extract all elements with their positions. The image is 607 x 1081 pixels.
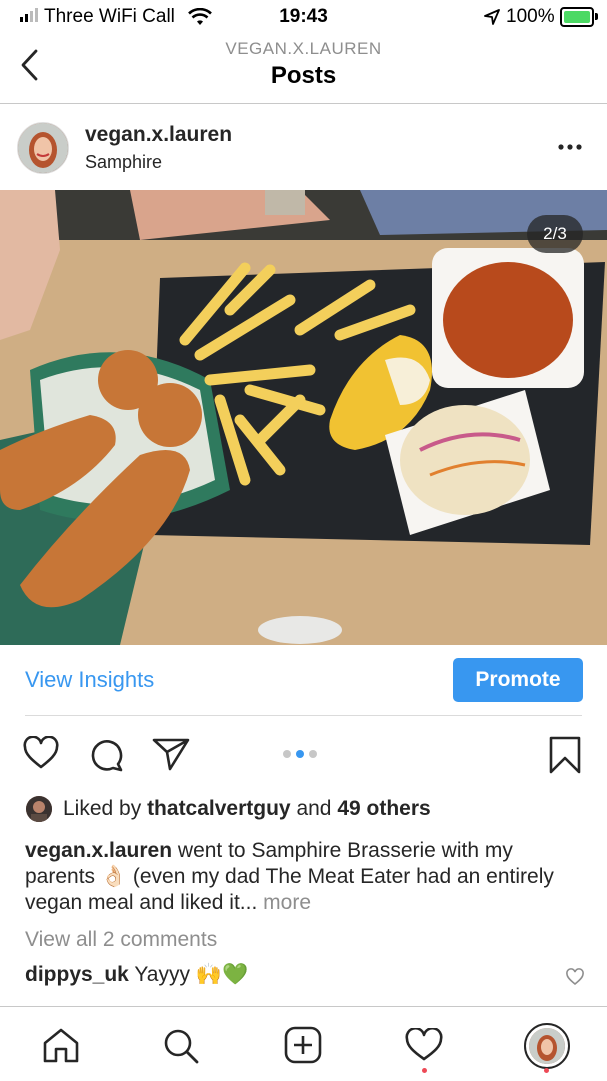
add-post-icon [284, 1026, 322, 1064]
post-author-avatar[interactable] [17, 122, 69, 174]
likes-middle: and [290, 797, 338, 820]
post-photo[interactable] [0, 190, 607, 645]
tab-home[interactable] [42, 1027, 80, 1063]
promote-button[interactable]: Promote [453, 658, 583, 702]
tab-profile[interactable] [524, 1023, 570, 1069]
heart-icon [23, 736, 59, 769]
carousel-dot [309, 750, 317, 758]
save-button[interactable] [548, 736, 582, 774]
post-caption: vegan.x.lauren went to Samphire Brasseri… [25, 838, 585, 916]
profile-icon [529, 1028, 565, 1064]
post-username[interactable]: vegan.x.lauren [85, 123, 232, 147]
status-bar: Three WiFi Call 19:43 100% [0, 0, 607, 34]
activity-notification-dot [422, 1068, 427, 1073]
carousel-dot-active [296, 750, 304, 758]
carousel-dot [283, 750, 291, 758]
comment-like-button[interactable] [565, 968, 585, 986]
like-button[interactable] [22, 736, 60, 770]
battery-percent: 100% [506, 6, 555, 27]
view-insights-link[interactable]: View Insights [25, 667, 154, 693]
likes-others[interactable]: 49 others [337, 797, 430, 820]
post-location[interactable]: Samphire [85, 152, 162, 173]
comment-text: Yayyy 🙌💚 [128, 963, 249, 986]
bookmark-icon [549, 736, 581, 774]
food-photo-illustration [0, 190, 607, 645]
home-icon [43, 1028, 79, 1063]
location-arrow-icon [484, 9, 500, 25]
profile-notification-dot [544, 1068, 549, 1073]
comment-row: dippys_uk Yayyy 🙌💚 [25, 963, 248, 987]
comment-icon [91, 740, 123, 772]
likes-prefix: Liked by [63, 797, 148, 820]
carousel-indicator [283, 750, 317, 758]
actions-divider [25, 715, 582, 716]
tab-activity[interactable] [404, 1028, 444, 1062]
more-options-icon [558, 144, 582, 150]
battery-icon [560, 7, 598, 27]
more-options-button[interactable] [558, 143, 582, 151]
comment-button[interactable] [88, 737, 124, 773]
likes-user[interactable]: thatcalvertguy [147, 797, 291, 820]
page-title: Posts [270, 62, 337, 89]
send-icon [152, 738, 190, 771]
share-button[interactable] [152, 737, 190, 771]
bottom-tab-bar [0, 1006, 607, 1081]
tab-new-post[interactable] [284, 1026, 322, 1064]
liker-avatar[interactable] [26, 796, 52, 822]
likes-summary[interactable]: Liked by thatcalvertguy and 49 others [63, 797, 431, 821]
caption-more-link[interactable]: more [257, 891, 311, 914]
view-comments-link[interactable]: View all 2 comments [25, 928, 217, 952]
photo-counter-badge: 2/3 [527, 215, 583, 253]
comment-username[interactable]: dippys_uk [25, 963, 129, 986]
search-icon [164, 1029, 199, 1064]
heart-icon [566, 968, 584, 986]
caption-username[interactable]: vegan.x.lauren [25, 839, 172, 862]
activity-icon [405, 1028, 443, 1061]
nav-subtitle: VEGAN.X.LAUREN [225, 39, 382, 58]
tab-search[interactable] [162, 1027, 200, 1065]
nav-divider [0, 103, 607, 104]
